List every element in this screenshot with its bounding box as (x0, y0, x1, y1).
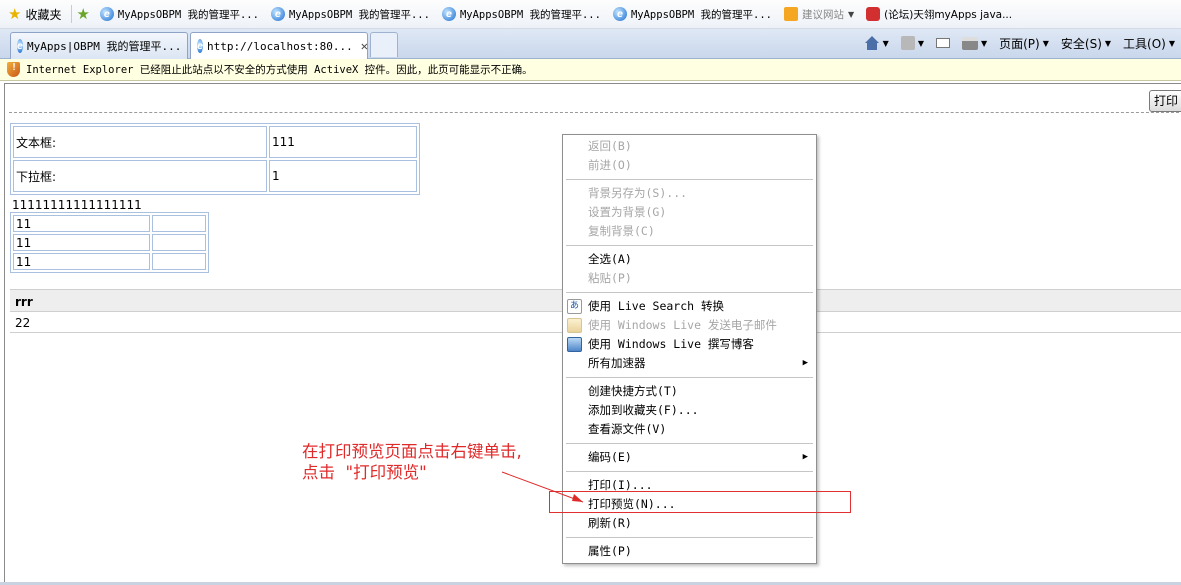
annotation-text: 在打印预览页面点击右键单击, 点击 "打印预览" (302, 441, 522, 483)
annotation-line: 点击 "打印预览" (302, 463, 427, 482)
annotation-arrow (501, 471, 584, 503)
annotation-line: 在打印预览页面点击右键单击, (302, 442, 522, 461)
